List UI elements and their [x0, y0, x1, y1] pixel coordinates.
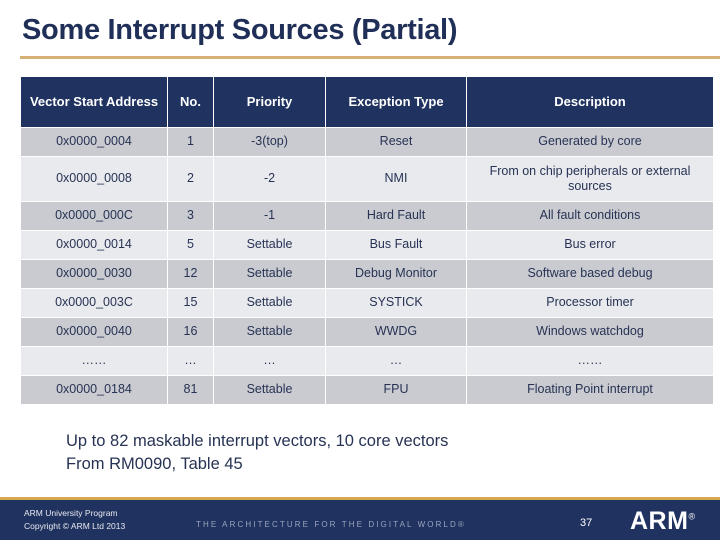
cell-description: All fault conditions: [467, 202, 713, 230]
page-number: 37: [580, 517, 593, 529]
table-row: 0x0000_0040 16 Settable WWDG Windows watchdo…: [21, 318, 713, 346]
page-title: Some Interrupt Sources (Partial): [22, 14, 458, 46]
column-header-vector-start-address: Vector Start Address: [21, 77, 167, 127]
table-row: 0x0000_0184 81 Settable FPU Floating Point i…: [21, 376, 713, 404]
footer-org-info: ARM University Program Copyright © ARM L…: [24, 507, 125, 533]
title-divider: [20, 56, 720, 59]
table-row: 0x0000_003C 15 Settable SYSTICK Processor ti…: [21, 289, 713, 317]
table-row: …………………: [21, 347, 713, 375]
column-header-exception-type: Exception Type: [326, 77, 466, 127]
footer-org-line-1: ARM University Program: [24, 508, 118, 518]
registered-trademark-icon: ®: [688, 511, 696, 522]
cell-exception_type: WWDG: [326, 318, 466, 346]
cell-no: 16: [168, 318, 213, 346]
cell-exception_type: SYSTICK: [326, 289, 466, 317]
cell-priority: Settable: [214, 260, 325, 288]
cell-no: 81: [168, 376, 213, 404]
table-row: 0x0000_0030 12 Settable Debug Monitor Softwa…: [21, 260, 713, 288]
cell-priority: -1: [214, 202, 325, 230]
cell-exception_type: NMI: [326, 157, 466, 201]
notes-line-2: From RM0090, Table 45: [66, 455, 243, 474]
table-row: 0x0000_0014 5 Settable Bus Fault Bus error: [21, 231, 713, 259]
table-row: 0x0000_0008 2 -2 NMI From on chip peripheral…: [21, 157, 713, 201]
notes-line-1: Up to 82 maskable interrupt vectors, 10 …: [66, 432, 449, 450]
column-header-description: Description: [467, 77, 713, 127]
cell-address: 0x0000_0030: [21, 260, 167, 288]
cell-address: 0x0000_000C: [21, 202, 167, 230]
cell-no: 3: [168, 202, 213, 230]
cell-description: Software based debug: [467, 260, 713, 288]
cell-no: 12: [168, 260, 213, 288]
column-header-priority: Priority: [214, 77, 325, 127]
arm-logo-text: ARM: [630, 507, 689, 535]
cell-priority: Settable: [214, 289, 325, 317]
cell-no: …: [168, 347, 213, 375]
cell-address: 0x0000_0014: [21, 231, 167, 259]
cell-description: Bus error: [467, 231, 713, 259]
cell-address: 0x0000_0004: [21, 128, 167, 156]
cell-exception_type: Hard Fault: [326, 202, 466, 230]
cell-no: 15: [168, 289, 213, 317]
cell-address: 0x0000_0008: [21, 157, 167, 201]
cell-priority: -2: [214, 157, 325, 201]
cell-exception_type: Bus Fault: [326, 231, 466, 259]
cell-description: Generated by core: [467, 128, 713, 156]
cell-address: 0x0000_0040: [21, 318, 167, 346]
cell-priority: Settable: [214, 318, 325, 346]
table-body: 0x0000_0004 1 -3(top) Reset Generated by cor…: [21, 128, 713, 404]
cell-description: ……: [467, 347, 713, 375]
cell-exception_type: Reset: [326, 128, 466, 156]
cell-description: Processor timer: [467, 289, 713, 317]
cell-exception_type: FPU: [326, 376, 466, 404]
column-header-no: No.: [168, 77, 213, 127]
cell-exception_type: Debug Monitor: [326, 260, 466, 288]
notes-block: Up to 82 maskable interrupt vectors, 10 …: [66, 430, 448, 477]
cell-address: 0x0000_003C: [21, 289, 167, 317]
cell-no: 5: [168, 231, 213, 259]
cell-description: Windows watchdog: [467, 318, 713, 346]
interrupt-sources-table: Vector Start Address No. Priority Except…: [20, 76, 714, 405]
slide-footer: ARM University Program Copyright © ARM L…: [0, 500, 720, 540]
arm-logo: ARM®: [630, 507, 696, 536]
table-header-row: Vector Start Address No. Priority Except…: [21, 77, 713, 127]
cell-no: 1: [168, 128, 213, 156]
table-header: Vector Start Address No. Priority Except…: [21, 77, 713, 127]
footer-tagline: THE ARCHITECTURE FOR THE DIGITAL WORLD®: [196, 520, 466, 529]
cell-priority: Settable: [214, 231, 325, 259]
cell-no: 2: [168, 157, 213, 201]
table-row: 0x0000_0004 1 -3(top) Reset Generated by cor…: [21, 128, 713, 156]
table-row: 0x0000_000C 3 -1 Hard Fault All fault condit…: [21, 202, 713, 230]
cell-address: 0x0000_0184: [21, 376, 167, 404]
cell-description: Floating Point interrupt: [467, 376, 713, 404]
cell-priority: -3(top): [214, 128, 325, 156]
cell-priority: Settable: [214, 376, 325, 404]
cell-description: From on chip peripherals or external sou…: [467, 157, 713, 201]
cell-priority: …: [214, 347, 325, 375]
cell-exception_type: …: [326, 347, 466, 375]
cell-address: ……: [21, 347, 167, 375]
footer-org-line-2: Copyright © ARM Ltd 2013: [24, 521, 126, 532]
